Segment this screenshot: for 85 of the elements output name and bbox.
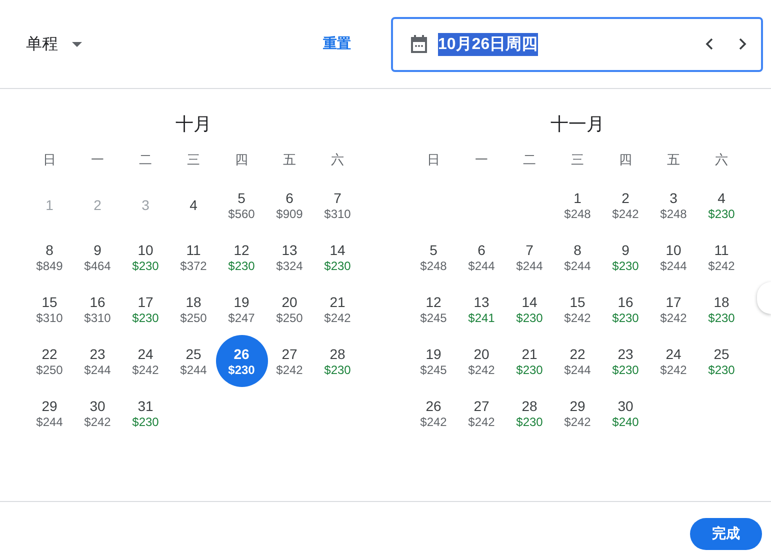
calendar-day[interactable]: 9 $464 [74,231,120,283]
calendar-day[interactable]: 8 $244 [554,231,600,283]
calendar-day[interactable]: 7 $244 [506,231,552,283]
calendar-day[interactable]: 19 $245 [410,335,456,387]
calendar-day[interactable]: 10 $230 [122,231,168,283]
calendar-day[interactable]: 24 $242 [122,335,168,387]
calendar-day[interactable]: 16 $310 [74,283,120,335]
calendar-day[interactable]: 25 $244 [170,335,216,387]
calendar-day[interactable]: 21 $242 [314,283,360,335]
calendar-day[interactable]: 14 $230 [506,283,552,335]
calendar-day[interactable]: 22 $244 [554,335,600,387]
calendar-day[interactable]: 26 $230 [216,335,268,387]
month-title: 十月 [176,113,212,136]
calendar-day[interactable]: 6 $909 [266,179,312,231]
calendar-day[interactable]: 20 $242 [458,335,504,387]
date-field[interactable]: 10月26日周四 [391,16,763,72]
calendar-day[interactable]: 30 $240 [602,387,648,439]
calendar-day[interactable]: 21 $230 [506,335,552,387]
calendar-day[interactable]: 10 $244 [650,231,696,283]
calendar-day[interactable]: 19 $247 [218,283,264,335]
calendar-day[interactable]: 25 $230 [698,335,744,387]
calendar-day[interactable]: 30 $242 [74,387,120,439]
scroll-handle[interactable] [757,282,771,314]
calendar-icon [409,34,429,54]
calendar-day[interactable]: 16 $230 [602,283,648,335]
weekday-label: 四 [235,152,248,167]
calendar-day[interactable]: 15 $310 [26,283,72,335]
date-value: 10月26日周四 [438,32,538,56]
calendar-day[interactable]: 18 $250 [170,283,216,335]
done-button[interactable]: 完成 [690,518,762,550]
calendar-day[interactable]: 2 $242 [602,179,648,231]
calendar-day[interactable]: 5 $248 [410,231,456,283]
calendar-day: 3 [122,179,168,231]
calendar-day[interactable]: 18 $230 [698,283,744,335]
calendar-day[interactable]: 13 $241 [458,283,504,335]
calendar-day[interactable]: 15 $242 [554,283,600,335]
calendar-day[interactable]: 27 $242 [458,387,504,439]
calendar-day[interactable]: 23 $230 [602,335,648,387]
weekday-label: 日 [43,152,56,167]
weekday-label: 五 [667,152,680,167]
calendar-day[interactable]: 8 $849 [26,231,72,283]
calendar-day[interactable]: 20 $250 [266,283,312,335]
weekday-label: 六 [331,152,344,167]
weekday-label: 二 [139,152,152,167]
calendar-day[interactable]: 3 $248 [650,179,696,231]
calendar-day[interactable]: 26 $242 [410,387,456,439]
calendar-day[interactable]: 23 $244 [74,335,120,387]
calendar-day[interactable]: 9 $230 [602,231,648,283]
calendar-day: 1 [26,179,72,231]
calendar-day[interactable]: 12 $230 [218,231,264,283]
weekday-label: 二 [523,152,536,167]
calendar-day[interactable]: 31 $230 [122,387,168,439]
trip-type-dropdown[interactable]: 单程 [18,28,90,60]
weekday-label: 一 [91,152,104,167]
reset-button[interactable]: 重置 [315,29,359,59]
calendar-day[interactable]: 27 $242 [266,335,312,387]
calendar-day[interactable]: 28 $230 [314,335,360,387]
calendar-day[interactable]: 29 $244 [26,387,72,439]
calendar-day[interactable]: 11 $372 [170,231,216,283]
calendar-day[interactable]: 29 $242 [554,387,600,439]
calendar-day[interactable]: 1 $248 [554,179,600,231]
calendar-day[interactable]: 5 $560 [218,179,264,231]
calendar-day[interactable]: 14 $230 [314,231,360,283]
weekday-label: 三 [571,152,584,167]
calendar-day[interactable]: 17 $242 [650,283,696,335]
calendar-day[interactable]: 4 [170,179,216,231]
calendar-day[interactable]: 4 $230 [698,179,744,231]
weekday-label: 日 [427,152,440,167]
weekday-label: 一 [475,152,488,167]
weekday-label: 六 [715,152,728,167]
weekday-label: 三 [187,152,200,167]
calendar-day[interactable]: 17 $230 [122,283,168,335]
caret-icon [72,42,82,46]
calendar-day[interactable]: 6 $244 [458,231,504,283]
month-title: 十一月 [550,113,604,136]
weekday-label: 四 [619,152,632,167]
calendar-day[interactable]: 22 $250 [26,335,72,387]
calendar-day[interactable]: 11 $242 [698,231,744,283]
calendar-day[interactable]: 12 $245 [410,283,456,335]
calendar-day: 2 [74,179,120,231]
calendar-day[interactable]: 7 $310 [314,179,360,231]
weekday-label: 五 [283,152,296,167]
calendar-day[interactable]: 28 $230 [506,387,552,439]
calendar-day[interactable]: 24 $242 [650,335,696,387]
calendar-day[interactable]: 13 $324 [266,231,312,283]
